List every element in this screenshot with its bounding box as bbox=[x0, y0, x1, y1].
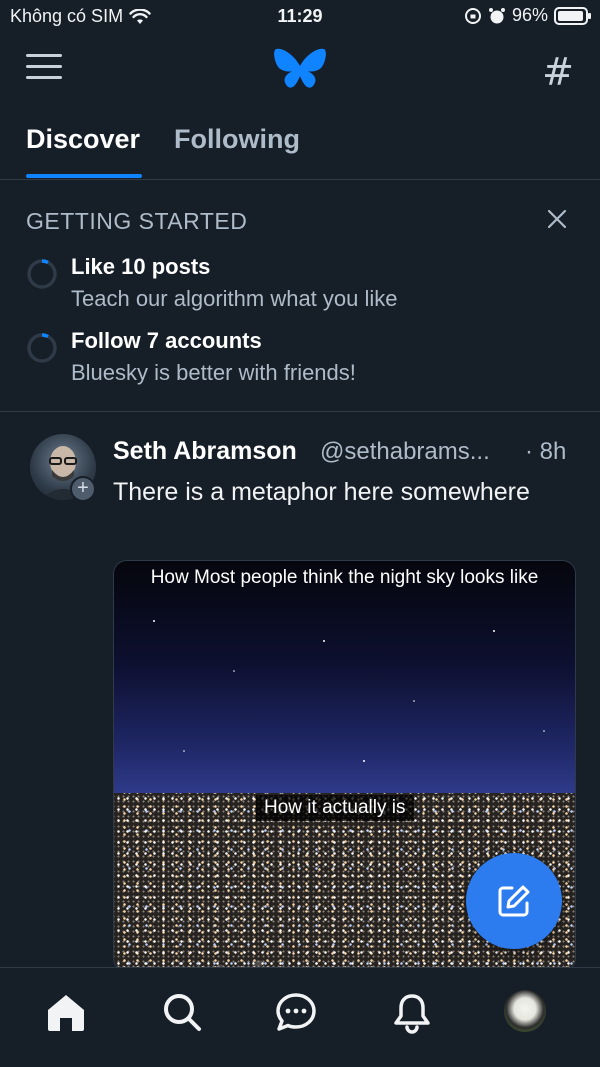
chat-icon[interactable] bbox=[274, 990, 318, 1034]
post-timestamp: · 8h bbox=[525, 438, 567, 465]
butterfly-icon bbox=[274, 48, 326, 88]
hash-icon[interactable]: # bbox=[542, 50, 574, 94]
follow-plus-icon[interactable]: + bbox=[70, 476, 96, 502]
task-subtitle: Teach our algorithm what you like bbox=[71, 286, 398, 311]
top-bar: # bbox=[0, 40, 600, 100]
author-handle[interactable]: @sethabrams... bbox=[320, 438, 490, 466]
rotation-lock-icon bbox=[464, 7, 481, 24]
battery-level bbox=[558, 10, 583, 21]
progress-ring-icon bbox=[27, 259, 57, 289]
hamburger-menu-icon[interactable] bbox=[26, 54, 62, 84]
progress-ring-icon bbox=[27, 333, 57, 363]
battery-icon bbox=[554, 6, 591, 25]
search-icon[interactable] bbox=[160, 990, 204, 1034]
post-text: There is a metaphor here somewhere bbox=[113, 478, 530, 506]
bottom-nav bbox=[0, 967, 600, 1067]
task-follow-accounts[interactable]: Follow 7 accounts Bluesky is better with… bbox=[26, 328, 566, 388]
image-caption-top: How Most people think the night sky look… bbox=[150, 567, 539, 588]
status-right: 96% bbox=[464, 5, 591, 26]
getting-started-panel: GETTING STARTED Like 10 posts Teach our … bbox=[0, 180, 600, 412]
author-name[interactable]: Seth Abramson bbox=[113, 437, 297, 466]
tab-following[interactable]: Following bbox=[174, 124, 300, 155]
battery-percent: 96% bbox=[511, 5, 548, 25]
active-tab-indicator bbox=[26, 174, 142, 178]
alarm-icon bbox=[488, 7, 505, 23]
compose-button[interactable] bbox=[466, 853, 562, 949]
task-like-posts[interactable]: Like 10 posts Teach our algorithm what y… bbox=[26, 254, 566, 314]
bell-icon[interactable] bbox=[390, 990, 434, 1034]
image-caption-middle: How it actually is bbox=[256, 795, 414, 821]
task-title: Follow 7 accounts bbox=[71, 328, 262, 353]
night-sky-image-top bbox=[114, 561, 575, 793]
profile-avatar[interactable] bbox=[504, 990, 546, 1032]
status-bar: Không có SIM 11:29 96% bbox=[0, 0, 600, 34]
getting-started-title: GETTING STARTED bbox=[26, 208, 248, 234]
home-icon[interactable] bbox=[44, 990, 88, 1034]
close-icon[interactable] bbox=[546, 208, 568, 230]
task-title: Like 10 posts bbox=[71, 254, 211, 279]
sparse-stars bbox=[153, 620, 545, 762]
feed-tabs: Discover Following bbox=[0, 110, 600, 180]
tab-discover[interactable]: Discover bbox=[26, 124, 140, 155]
compose-icon bbox=[498, 885, 530, 917]
task-subtitle: Bluesky is better with friends! bbox=[71, 360, 356, 385]
